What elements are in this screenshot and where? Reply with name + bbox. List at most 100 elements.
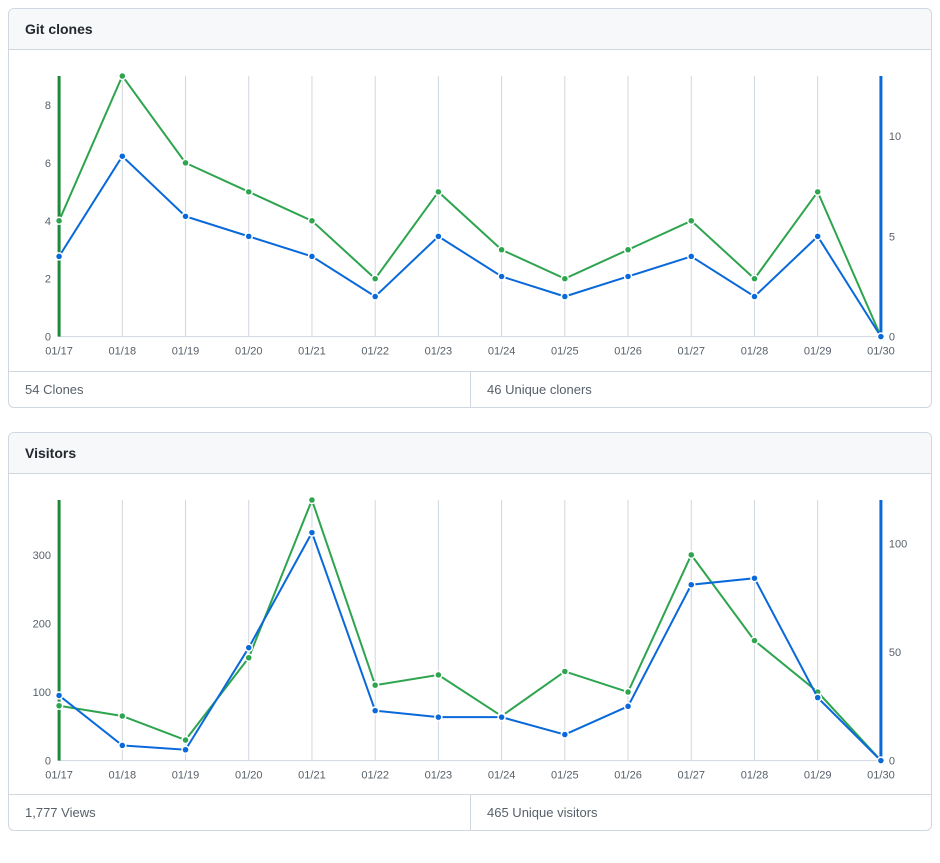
- data-point[interactable]: [372, 275, 379, 282]
- data-point[interactable]: [561, 731, 568, 738]
- data-point[interactable]: [625, 688, 632, 695]
- data-point[interactable]: [119, 712, 126, 719]
- data-point[interactable]: [56, 217, 63, 224]
- visitors-chart-area: 010020030005010001/1701/1801/1901/2001/2…: [9, 474, 931, 795]
- y-left-tick: 4: [45, 216, 51, 228]
- y-left-tick: 0: [45, 332, 51, 344]
- data-point[interactable]: [751, 293, 758, 300]
- x-tick: 01/19: [172, 346, 200, 358]
- visitors-chart: 010020030005010001/1701/1801/1901/2001/2…: [23, 490, 917, 791]
- data-point[interactable]: [498, 273, 505, 280]
- y-left-tick: 6: [45, 158, 51, 170]
- data-point[interactable]: [688, 253, 695, 260]
- visitors-summary-total: 1,777 Views: [9, 795, 470, 830]
- clones-chart: 02468051001/1701/1801/1901/2001/2101/220…: [23, 66, 917, 367]
- y-left-tick: 2: [45, 274, 51, 286]
- data-point[interactable]: [56, 702, 63, 709]
- data-point[interactable]: [56, 253, 63, 260]
- x-tick: 01/25: [551, 346, 579, 358]
- data-point[interactable]: [245, 644, 252, 651]
- data-point[interactable]: [498, 246, 505, 253]
- x-tick: 01/20: [235, 769, 263, 781]
- y-left-tick: 200: [33, 618, 51, 630]
- y-right-tick: 10: [889, 131, 901, 143]
- data-point[interactable]: [245, 188, 252, 195]
- x-tick: 01/18: [109, 346, 137, 358]
- x-tick: 01/26: [614, 769, 642, 781]
- data-point[interactable]: [625, 246, 632, 253]
- x-tick: 01/19: [172, 769, 200, 781]
- x-tick: 01/24: [488, 769, 516, 781]
- x-tick: 01/17: [45, 346, 73, 358]
- x-tick: 01/30: [867, 769, 895, 781]
- x-tick: 01/30: [867, 346, 895, 358]
- x-tick: 01/21: [298, 769, 326, 781]
- data-point[interactable]: [751, 637, 758, 644]
- y-right-tick: 0: [889, 332, 895, 344]
- y-left-tick: 8: [45, 100, 51, 112]
- data-point[interactable]: [561, 275, 568, 282]
- data-point[interactable]: [751, 275, 758, 282]
- data-point[interactable]: [182, 159, 189, 166]
- x-tick: 01/24: [488, 346, 516, 358]
- data-point[interactable]: [688, 581, 695, 588]
- data-point[interactable]: [561, 293, 568, 300]
- data-point[interactable]: [182, 213, 189, 220]
- data-point[interactable]: [372, 707, 379, 714]
- data-point[interactable]: [308, 217, 315, 224]
- data-point[interactable]: [625, 702, 632, 709]
- data-point[interactable]: [498, 713, 505, 720]
- clones-summary-total: 54 Clones: [9, 372, 470, 407]
- data-point[interactable]: [561, 668, 568, 675]
- data-point[interactable]: [372, 681, 379, 688]
- data-point[interactable]: [308, 496, 315, 503]
- data-point[interactable]: [435, 233, 442, 240]
- data-point[interactable]: [119, 153, 126, 160]
- x-tick: 01/22: [361, 346, 389, 358]
- data-point[interactable]: [182, 746, 189, 753]
- data-point[interactable]: [56, 692, 63, 699]
- x-tick: 01/17: [45, 769, 73, 781]
- data-point[interactable]: [751, 574, 758, 581]
- y-right-tick: 0: [889, 755, 895, 767]
- x-tick: 01/26: [614, 346, 642, 358]
- y-left-tick: 0: [45, 755, 51, 767]
- y-right-tick: 50: [889, 647, 901, 659]
- x-tick: 01/23: [425, 769, 453, 781]
- x-tick: 01/29: [804, 346, 832, 358]
- data-point[interactable]: [814, 694, 821, 701]
- x-tick: 01/23: [425, 346, 453, 358]
- visitors-summary-unique: 465 Unique visitors: [470, 795, 931, 830]
- x-tick: 01/25: [551, 769, 579, 781]
- data-point[interactable]: [688, 217, 695, 224]
- y-left-tick: 100: [33, 687, 51, 699]
- data-point[interactable]: [877, 333, 884, 340]
- data-point[interactable]: [688, 551, 695, 558]
- clones-summary-unique: 46 Unique cloners: [470, 372, 931, 407]
- x-tick: 01/28: [741, 346, 769, 358]
- data-point[interactable]: [245, 654, 252, 661]
- x-tick: 01/21: [298, 346, 326, 358]
- clones-card-title: Git clones: [9, 9, 931, 50]
- data-point[interactable]: [877, 757, 884, 764]
- data-point[interactable]: [308, 529, 315, 536]
- y-right-tick: 100: [889, 538, 907, 550]
- clones-chart-area: 02468051001/1701/1801/1901/2001/2101/220…: [9, 50, 931, 371]
- data-point[interactable]: [308, 253, 315, 260]
- data-point[interactable]: [372, 293, 379, 300]
- visitors-summary: 1,777 Views 465 Unique visitors: [9, 794, 931, 830]
- data-point[interactable]: [119, 73, 126, 80]
- data-point[interactable]: [625, 273, 632, 280]
- clones-card: Git clones 02468051001/1701/1801/1901/20…: [8, 8, 932, 408]
- data-point[interactable]: [435, 713, 442, 720]
- data-point[interactable]: [182, 736, 189, 743]
- x-tick: 01/27: [677, 346, 705, 358]
- data-point[interactable]: [814, 188, 821, 195]
- data-point[interactable]: [119, 742, 126, 749]
- visitors-card-title: Visitors: [9, 433, 931, 474]
- data-point[interactable]: [435, 188, 442, 195]
- x-tick: 01/27: [677, 769, 705, 781]
- data-point[interactable]: [245, 233, 252, 240]
- data-point[interactable]: [435, 671, 442, 678]
- data-point[interactable]: [814, 233, 821, 240]
